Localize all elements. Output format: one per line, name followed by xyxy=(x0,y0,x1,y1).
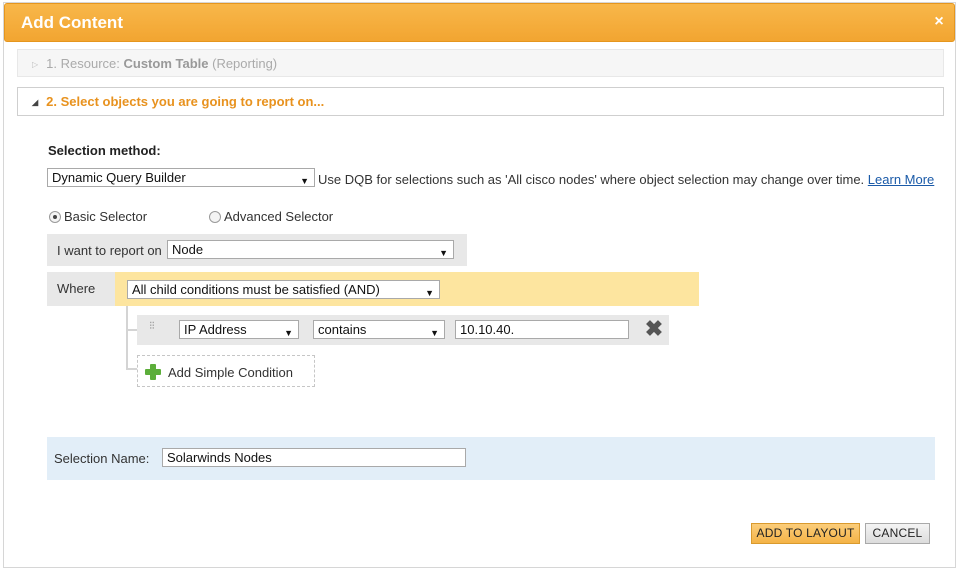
where-label: Where xyxy=(47,272,115,306)
chevron-down-icon: ▼ xyxy=(439,248,448,258)
basic-selector-radio[interactable]: Basic Selector xyxy=(49,209,147,225)
report-on-label: I want to report on xyxy=(57,243,162,258)
condition-operator-value: contains xyxy=(318,322,367,337)
add-condition-label: Add Simple Condition xyxy=(168,365,294,380)
advanced-selector-radio[interactable]: Advanced Selector xyxy=(209,209,333,225)
cancel-button[interactable]: CANCEL xyxy=(865,523,930,544)
selection-name-label: Selection Name: xyxy=(54,451,150,466)
add-simple-condition-button[interactable]: Add Simple Condition xyxy=(137,355,315,387)
report-on-value: Node xyxy=(172,242,204,257)
selection-method-select[interactable]: Dynamic Query Builder ▼ xyxy=(47,168,315,187)
triangle-down-icon: ◢ xyxy=(32,98,39,107)
dialog-title-bar: Add Content × xyxy=(4,3,955,42)
radio-unselected-icon xyxy=(209,211,221,223)
dqb-note-text: Use DQB for selections such as 'All cisc… xyxy=(318,172,865,187)
selection-method-label: Selection method: xyxy=(48,143,161,158)
condition-field-value: IP Address xyxy=(184,322,247,337)
selection-name-input[interactable]: Solarwinds Nodes xyxy=(162,448,466,467)
step-1-suffix: (Reporting) xyxy=(212,56,278,71)
step-2-select-objects[interactable]: ◢ 2. Select objects you are going to repo… xyxy=(17,87,944,116)
add-to-layout-button[interactable]: ADD TO LAYOUT xyxy=(751,523,860,544)
step-2-label: 2. Select objects you are going to repor… xyxy=(46,94,325,109)
chevron-down-icon: ▼ xyxy=(430,328,439,338)
learn-more-link[interactable]: Learn More xyxy=(868,172,934,187)
condition-field-select[interactable]: IP Address ▼ xyxy=(179,320,299,339)
report-on-select[interactable]: Node ▼ xyxy=(167,240,454,259)
logic-value: All child conditions must be satisfied (… xyxy=(132,282,380,297)
dialog-title: Add Content xyxy=(21,13,123,32)
advanced-selector-label: Advanced Selector xyxy=(224,209,334,224)
close-icon[interactable]: × xyxy=(932,14,946,30)
radio-selected-icon xyxy=(49,211,61,223)
delete-x-icon[interactable]: ✖ xyxy=(644,318,664,340)
condition-operator-select[interactable]: contains ▼ xyxy=(313,320,445,339)
chevron-down-icon: ▼ xyxy=(284,328,293,338)
tree-connector xyxy=(126,306,134,368)
chevron-down-icon: ▼ xyxy=(300,176,309,186)
triangle-right-icon: ▷ xyxy=(32,60,39,69)
dqb-help-text: Use DQB for selections such as 'All cisc… xyxy=(318,172,934,187)
condition-value-input[interactable]: 10.10.40. xyxy=(455,320,629,339)
chevron-down-icon: ▼ xyxy=(425,288,434,298)
plus-icon xyxy=(145,364,161,380)
step-1-prefix: 1. Resource: xyxy=(46,56,124,71)
basic-selector-label: Basic Selector xyxy=(64,209,148,224)
step-1-resource-name: Custom Table xyxy=(123,56,209,71)
selection-method-value: Dynamic Query Builder xyxy=(52,170,186,185)
step-1-resource[interactable]: ▷ 1. Resource: Custom Table (Reporting) xyxy=(17,49,944,77)
logic-select[interactable]: All child conditions must be satisfied (… xyxy=(127,280,440,299)
add-content-dialog: Add Content × ▷ 1. Resource: Custom Table… xyxy=(3,2,956,568)
drag-handle-icon[interactable]: ⁝⁝ xyxy=(149,321,155,332)
